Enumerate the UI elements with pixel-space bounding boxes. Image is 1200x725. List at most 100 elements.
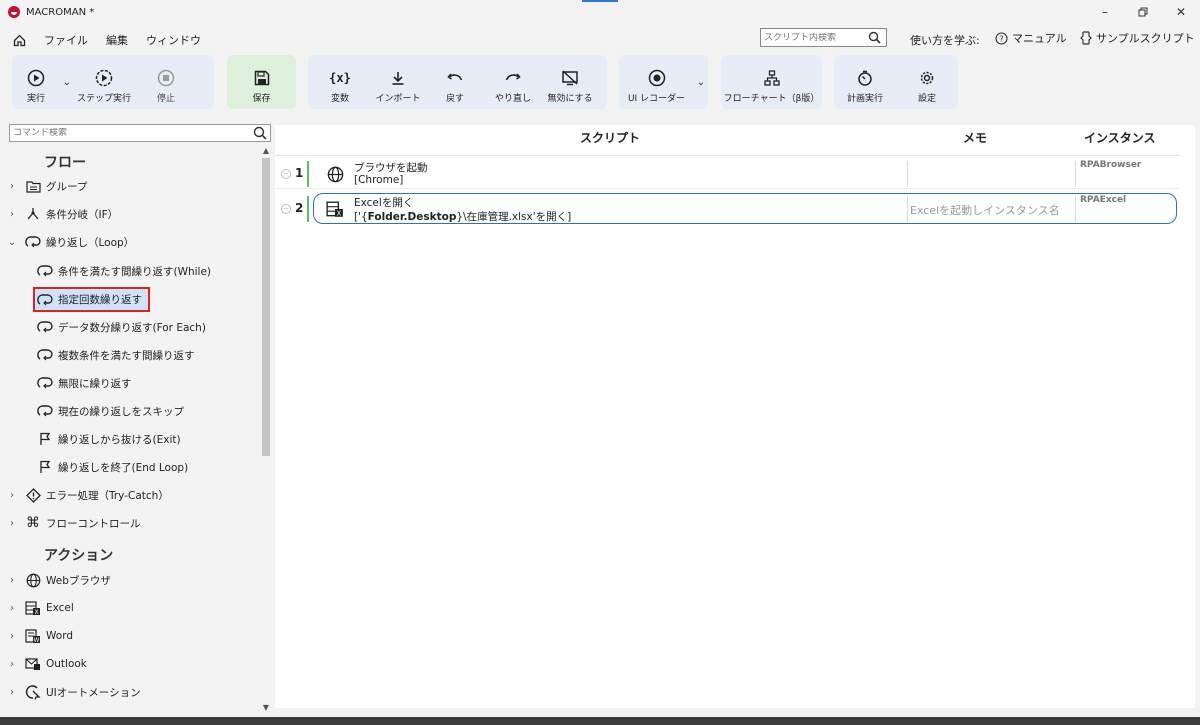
row-detail-suffix: }\在庫管理.xlsx'を開く] [456,211,572,223]
command-search-input[interactable] [13,128,233,138]
tree-item-word[interactable]: › W Word [6,626,73,646]
home-icon[interactable] [12,33,26,47]
search-icon[interactable] [253,126,267,143]
command-scrollbar[interactable]: ▲ ▼ [260,146,272,712]
ui-recorder-button[interactable]: UI レコーダー [619,55,694,109]
mail-icon [24,656,42,672]
window-controls: – ✕ [1086,0,1200,24]
disable-button[interactable]: 無効にする [540,55,600,109]
script-editor: スクリプト メモ インスタンス − 1 ブラウザを起動 [Chrome] RPA… [275,125,1195,708]
tree-item-loop-exit[interactable]: 繰り返しから抜ける(Exit) [36,429,181,449]
tree-item-group[interactable]: › グループ [6,176,87,196]
variables-label: 変数 [330,94,349,104]
tree-item-label: グループ [46,180,88,193]
search-icon[interactable] [868,31,881,47]
save-button[interactable]: 保存 [227,55,296,109]
menu-bar: ファイル 編集 ウィンドウ 使い方を学ぶ: ? マニュアル サンプルスクリプト [0,28,1200,52]
chevron-right-icon[interactable]: › [6,659,18,670]
memo-divider [907,196,908,222]
chevron-right-icon[interactable]: › [6,603,18,614]
command-search-box [9,124,271,142]
loop-icon [36,292,54,308]
chevron-right-icon[interactable]: › [6,490,18,501]
tree-item-loop-count[interactable]: 指定回数繰り返す [33,287,150,312]
row-toggle-icon[interactable]: − [281,204,291,214]
tree-item-excel[interactable]: › X Excel [6,598,74,618]
cursor-icon [24,684,42,700]
row-title: ブラウザを起動 [354,162,428,174]
tree-item-label: フローコントロール [46,517,141,530]
chevron-down-icon[interactable]: ⌄ [6,237,18,248]
script-row[interactable]: − 1 ブラウザを起動 [Chrome] RPABrowser [275,159,1180,189]
instance-divider [1075,161,1076,187]
minimize-button[interactable]: – [1086,0,1124,24]
save-label: 保存 [252,94,271,104]
flow-section-title: フロー [44,155,86,171]
settings-button[interactable]: 設定 [896,55,958,109]
script-search-box [760,28,887,47]
flowchart-group: フローチャート（β版） [721,55,822,109]
menu-file[interactable]: ファイル [44,32,88,48]
variables-button[interactable]: {x} 変数 [308,55,372,109]
stop-button[interactable]: 停止 [134,55,198,109]
manual-link[interactable]: ? マニュアル [995,30,1067,46]
undo-button[interactable]: 戻す [424,55,486,109]
scroll-up-icon[interactable]: ▲ [260,146,272,155]
run-dropdown-chevron-icon[interactable]: ⌄ [60,55,74,109]
disable-icon [562,70,578,86]
tree-item-loop-infinite[interactable]: 無限に繰り返す [36,373,132,393]
tree-item-loop-skip[interactable]: 現在の繰り返しをスキップ [36,401,184,421]
tree-item-loop-while[interactable]: 条件を満たす間繰り返す(While) [36,261,211,281]
import-button[interactable]: インポート [372,55,424,109]
tree-item-loop-multi[interactable]: 複数条件を満たす間繰り返す [36,345,195,365]
edit-group: {x} 変数 インポート 戻す やり直し 無効にする [308,55,607,109]
row-memo[interactable]: Excelを起動しインスタンス名 [910,202,1060,218]
menu-edit[interactable]: 編集 [106,32,128,48]
chevron-right-icon[interactable]: › [6,181,18,192]
flowchart-button[interactable]: フローチャート（β版） [721,55,822,109]
play-circle-icon [27,69,45,87]
chevron-right-icon[interactable]: › [6,687,18,698]
sample-script-label: サンプルスクリプト [1096,32,1195,45]
row-detail-variable: Folder.Desktop [367,211,457,223]
row-toggle-icon[interactable]: − [281,169,291,179]
maximize-button[interactable] [1124,0,1162,24]
chevron-right-icon[interactable]: › [6,518,18,529]
recorder-dropdown-chevron-icon[interactable]: ⌄ [694,55,708,109]
scheduled-run-button[interactable]: 計画実行 [834,55,896,109]
tree-item-outlook[interactable]: › Outlook [6,654,87,674]
tree-item-label: UIオートメーション [46,686,141,699]
tree-item-if[interactable]: › 条件分岐（IF） [6,204,118,224]
tree-item-loop[interactable]: ⌄ 繰り返し（Loop） [6,232,134,252]
tree-item-loop-end[interactable]: 繰り返しを終了(End Loop) [36,457,188,477]
script-row[interactable]: − 2 X Excelを開く ['{Folder.Desktop}\在庫管理.x… [275,193,1180,224]
close-button[interactable]: ✕ [1162,0,1200,24]
scroll-thumb[interactable] [262,158,270,456]
tree-item-ui-automation[interactable]: › UIオートメーション [6,682,141,702]
tree-item-loop-foreach[interactable]: データ数分繰り返す(For Each) [36,317,206,337]
gear-icon [920,71,934,85]
chevron-right-icon[interactable]: › [6,209,18,220]
settings-label: 設定 [917,94,936,104]
scroll-down-icon[interactable]: ▼ [260,703,272,712]
title-accent [582,0,618,2]
chevron-right-icon[interactable]: › [6,631,18,642]
sample-script-link[interactable]: サンプルスクリプト [1080,30,1195,46]
flag-icon [36,459,54,475]
command-key-icon: ⌘ [26,515,40,531]
tree-item-try-catch[interactable]: › エラー処理（Try-Catch） [6,485,169,505]
tree-item-label: 指定回数繰り返す [58,294,142,306]
step-run-button[interactable]: ステップ実行 [74,55,134,109]
tree-item-flow-control[interactable]: › ⌘ フローコントロール [6,513,141,533]
taskbar-strip [0,717,1200,725]
loop-icon [36,347,54,363]
redo-button[interactable]: やり直し [486,55,540,109]
chevron-right-icon[interactable]: › [6,575,18,586]
run-button[interactable]: 実行 [12,55,60,109]
tree-item-web-browser[interactable]: › Webブラウザ [6,570,111,590]
loop-icon [36,403,54,419]
command-tree: フロー › グループ › 条件分岐（IF） ⌄ 繰り返し（Loop） 条件を満た… [0,146,260,712]
manual-label: マニュアル [1012,32,1067,45]
script-search-input[interactable] [764,32,864,43]
menu-window[interactable]: ウィンドウ [146,32,201,48]
